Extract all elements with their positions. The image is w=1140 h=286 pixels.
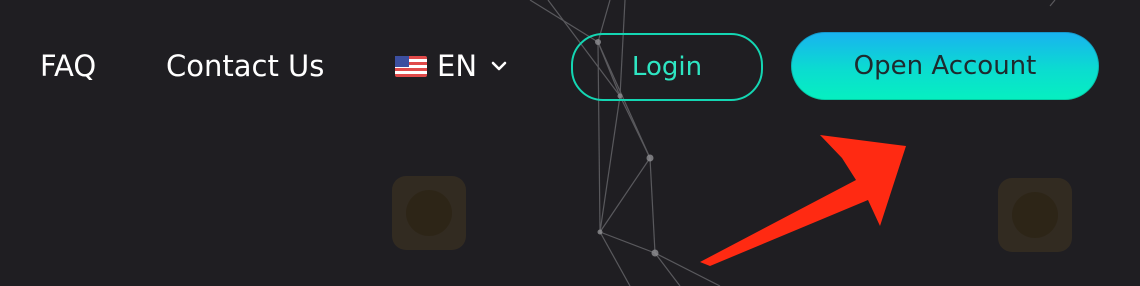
watermark-logo xyxy=(392,176,466,250)
open-account-button[interactable]: Open Account xyxy=(791,32,1099,100)
nav-link-contact-us[interactable]: Contact Us xyxy=(166,44,324,88)
language-label: EN xyxy=(437,49,478,83)
language-selector[interactable]: EN xyxy=(395,44,509,88)
login-button[interactable]: Login xyxy=(571,33,763,101)
eagle-icon xyxy=(406,190,452,236)
nav-link-faq[interactable]: FAQ xyxy=(40,44,96,88)
header-bar: ​ FAQ Contact Us EN Login Open Account xyxy=(0,0,1140,286)
us-flag-icon xyxy=(395,55,427,77)
chevron-down-icon xyxy=(491,61,507,71)
watermark-logo xyxy=(998,178,1072,252)
eagle-icon xyxy=(1012,192,1058,238)
